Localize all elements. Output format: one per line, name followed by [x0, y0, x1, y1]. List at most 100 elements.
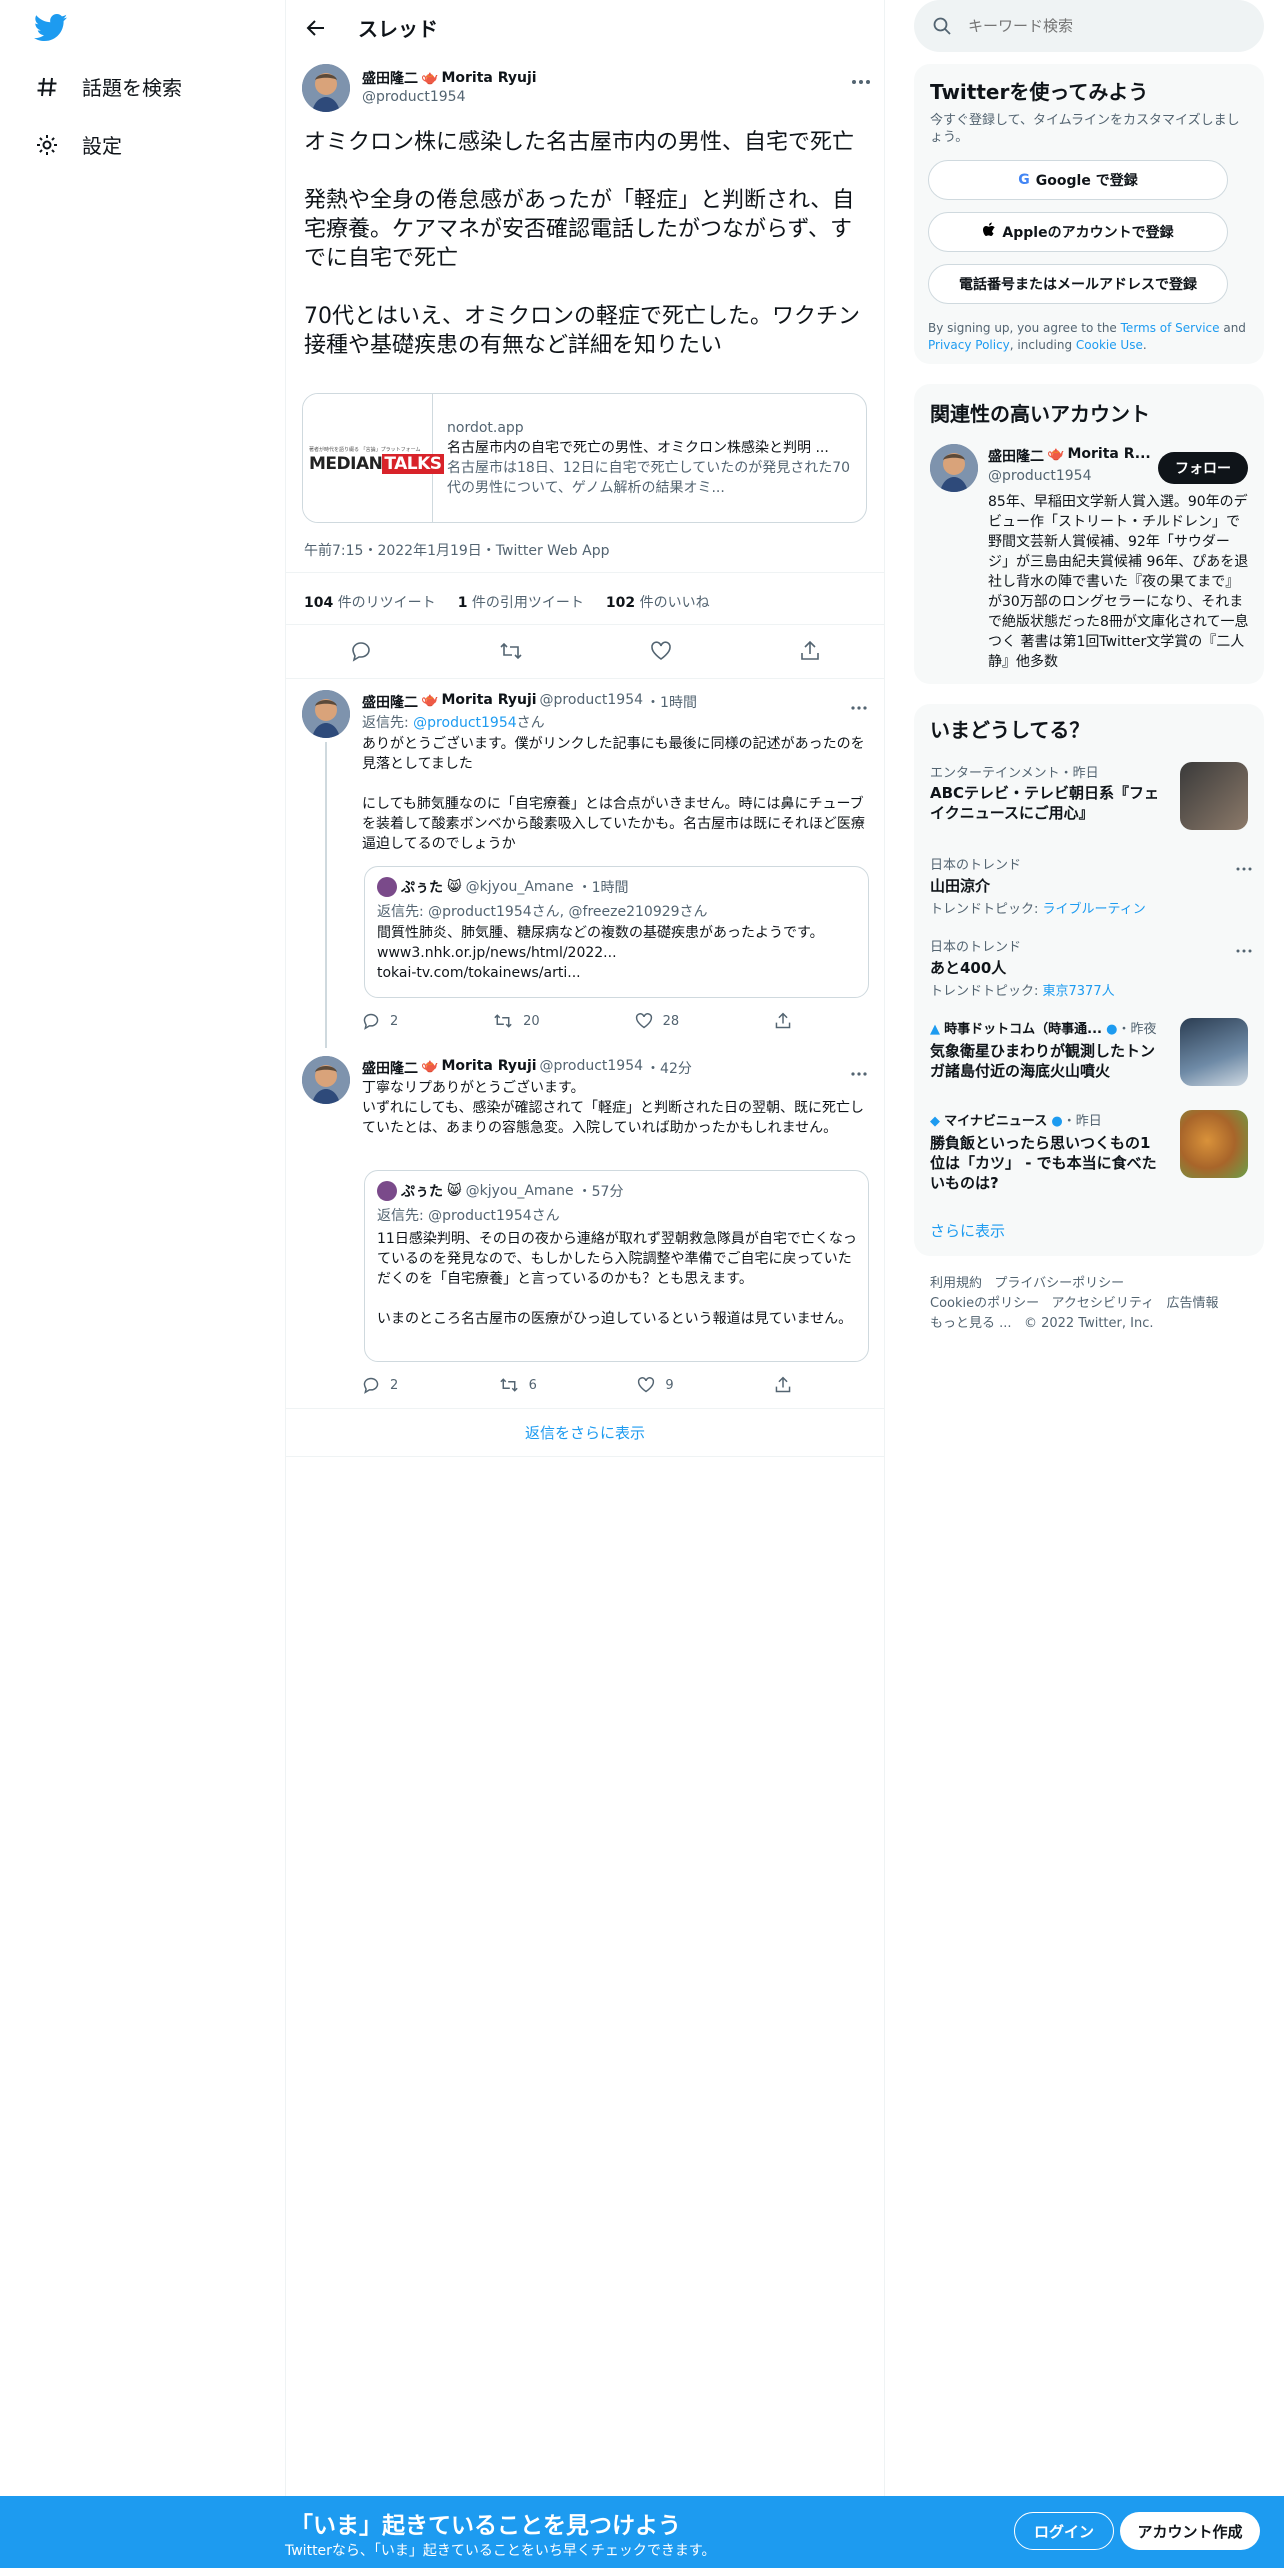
quote-text: 間質性肺炎、肺気腫、糖尿病などの複数の基礎疾患があったようです。www3.nhk…: [377, 925, 824, 981]
apple-icon: [982, 222, 996, 242]
verified-icon: ●: [1051, 1114, 1063, 1129]
footer-link[interactable]: 広告情報: [1167, 1296, 1219, 1311]
footer-link[interactable]: 利用規約: [930, 1276, 982, 1291]
cat-icon: 😸: [447, 879, 462, 895]
reply-icon[interactable]: 2: [362, 1376, 398, 1394]
terms-link[interactable]: Terms of Service: [1121, 321, 1220, 335]
page-title: スレッド: [358, 17, 438, 41]
retweet-stat[interactable]: 104 件のリツイート: [304, 592, 436, 612]
quoted-tweet[interactable]: ぷぅた 😸 @kjyou_Amane ・57分 返信先: @product1954さ…: [364, 1170, 869, 1362]
follow-button[interactable]: フォロー: [1158, 452, 1248, 484]
footer-link[interactable]: もっと見る ...: [930, 1316, 1012, 1331]
card-description: 名古屋市は18日、12日に自宅で死亡していたのが発見された70代の男性について、…: [447, 460, 851, 496]
back-arrow-icon[interactable]: [302, 14, 330, 42]
hashtag-icon: [34, 74, 60, 100]
google-icon: G: [1018, 172, 1030, 188]
retweet-icon[interactable]: [499, 640, 523, 662]
reply-author-name-en[interactable]: Morita Ryuji: [441, 1058, 536, 1078]
trend-item[interactable]: 日本のトレンド あと400人 トレンドトピック: 東京7377人: [930, 936, 1252, 999]
reply-author-name-en[interactable]: Morita Ryuji: [441, 692, 536, 712]
cookie-link[interactable]: Cookie Use: [1076, 338, 1143, 352]
quote-stat[interactable]: 1 件の引用ツイート: [458, 592, 584, 612]
reply-icon[interactable]: 2: [362, 1012, 398, 1030]
search-box[interactable]: [914, 0, 1264, 52]
retweet-icon[interactable]: 20: [493, 1012, 540, 1030]
bottom-signup-bar: 「いま」起きていることを見つけよう Twitterなら、「いま」起きていることを…: [0, 2496, 1284, 2568]
avatar[interactable]: [302, 1056, 350, 1104]
more-options-icon[interactable]: [850, 70, 872, 84]
tweet-timestamp[interactable]: 午前7:15・2022年1月19日・Twitter Web App: [304, 540, 609, 560]
like-icon[interactable]: 9: [637, 1376, 674, 1394]
author-handle[interactable]: @product1954: [362, 89, 465, 105]
reply-actions: 2 20 28: [362, 1012, 792, 1030]
tweet-author[interactable]: 盛田隆二 🫖 Morita Ryuji: [362, 68, 537, 88]
nav-settings-label: 設定: [82, 134, 122, 158]
footer-link[interactable]: Cookieのポリシー: [930, 1296, 1039, 1311]
signup-subtitle: 今すぐ登録して、タイムラインをカスタマイズしましょう。: [930, 113, 1240, 145]
footer-links: 利用規約 プライバシーポリシー Cookieのポリシー アクセシビリティ 広告情…: [930, 1274, 1260, 1334]
trend-item[interactable]: ▲ 時事ドットコム（時事通... ●・昨夜 気象衛星ひまわりが観測したトンガ諸島…: [930, 1018, 1250, 1086]
logo-caption: 著者が時代を語り綴る 「言論」プラットフォーム: [309, 447, 421, 453]
verified-icon: ●: [1106, 1022, 1118, 1037]
footer-link[interactable]: プライバシーポリシー: [994, 1276, 1124, 1291]
author-name-en: Morita Ryuji: [441, 70, 537, 86]
reply-to-link[interactable]: @product1954: [413, 715, 516, 731]
bottom-subtitle: Twitterなら、「いま」起きていることをいち早くチェックできます。: [285, 2543, 716, 2559]
retweet-icon[interactable]: 6: [499, 1376, 537, 1394]
avatar[interactable]: [930, 444, 978, 492]
like-stat[interactable]: 102 件のいいね: [606, 592, 710, 612]
trend-item[interactable]: エンターテインメント・昨日 ABCテレビ・テレビ朝日系『フェイクニュースにご用心…: [930, 762, 1250, 830]
avatar: [377, 877, 397, 897]
avatar[interactable]: [302, 64, 350, 112]
show-more-trends-link[interactable]: さらに表示: [930, 1220, 1005, 1241]
reply-author-name[interactable]: 盛田隆二: [362, 692, 418, 712]
quoted-tweet[interactable]: ぷぅた 😸 @kjyou_Amane ・1時間 返信先: @product1954さ…: [364, 866, 869, 998]
google-signup-button[interactable]: G Google で登録: [928, 160, 1228, 200]
trends-panel: いまどうしてる？ エンターテインメント・昨日 ABCテレビ・テレビ朝日系『フェイ…: [914, 704, 1264, 1256]
reply-author-name[interactable]: 盛田隆二: [362, 1058, 418, 1078]
reply-text: 丁寧なリプありがとうございます。 いずれにしても、感染が確認されて「軽症」と判断…: [362, 1080, 865, 1136]
apple-signup-button[interactable]: Appleのアカウントで登録: [928, 212, 1228, 252]
footer-link[interactable]: アクセシビリティ: [1052, 1296, 1155, 1311]
thread-column: スレッド 盛田隆二 🫖 Morita Ryuji @product1954 オミ…: [285, 0, 885, 2500]
reply-handle[interactable]: @product1954: [540, 692, 643, 712]
login-button[interactable]: ログイン: [1014, 2512, 1114, 2550]
phone-email-signup-button[interactable]: 電話番号またはメールアドレスで登録: [928, 264, 1228, 304]
avatar[interactable]: [302, 690, 350, 738]
teapot-icon: 🫖: [421, 70, 439, 86]
quote-header: ぷぅた 😸 @kjyou_Amane ・1時間: [377, 877, 629, 897]
reply-icon[interactable]: [350, 640, 372, 662]
news-source-icon: ▲: [930, 1022, 940, 1037]
signup-button[interactable]: アカウント作成: [1120, 2512, 1260, 2550]
link-card[interactable]: 著者が時代を語り綴る 「言論」プラットフォーム MEDIAN TALKS nord…: [302, 393, 867, 523]
privacy-link[interactable]: Privacy Policy: [928, 338, 1010, 352]
share-icon[interactable]: [799, 640, 821, 662]
gear-icon: [34, 132, 60, 158]
reply-time[interactable]: ・42分: [646, 1058, 692, 1078]
reply-handle[interactable]: @product1954: [540, 1058, 643, 1078]
search-input[interactable]: [968, 17, 1238, 35]
tweet-text: オミクロン株に感染した名古屋市内の男性、自宅で死亡 発熱や全身の倦怠感があったが…: [304, 130, 860, 358]
nav-explore[interactable]: 話題を検索: [34, 72, 182, 101]
more-options-icon[interactable]: [1236, 856, 1252, 875]
trend-item[interactable]: 日本のトレンド 山田涼介 トレンドトピック: ライブルーティン: [930, 854, 1252, 917]
left-sidebar: 話題を検索 設定: [0, 0, 285, 2500]
news-source-icon: ◆: [930, 1114, 940, 1129]
more-options-icon[interactable]: [850, 696, 872, 710]
like-icon[interactable]: 28: [635, 1012, 679, 1030]
nav-settings[interactable]: 設定: [34, 130, 122, 159]
card-thumbnail: 著者が時代を語り綴る 「言論」プラットフォーム MEDIAN TALKS: [303, 394, 444, 522]
reply-time[interactable]: ・1時間: [646, 692, 697, 712]
more-options-icon[interactable]: [850, 1062, 872, 1076]
median-talks-logo: MEDIAN TALKS: [309, 454, 444, 474]
show-more-replies-link[interactable]: 返信をさらに表示: [286, 1422, 884, 1443]
quote-reply-to: 返信先: @product1954さん, @freeze210929さん: [377, 904, 708, 920]
related-name[interactable]: 盛田隆二 🫖 Morita R...: [988, 446, 1151, 466]
twitter-logo-icon[interactable]: [34, 14, 68, 42]
reply-text: ありがとうございます。僕がリンクした記事にも最後に同様の記述があったのを見落とし…: [362, 736, 865, 852]
share-icon[interactable]: [774, 1012, 792, 1030]
more-options-icon[interactable]: [1236, 938, 1252, 957]
trend-item[interactable]: ◆ マイナビニュース ●・昨日 勝負飯といったら思いつくもの1位は「カツ」 - …: [930, 1110, 1250, 1193]
share-icon[interactable]: [774, 1376, 792, 1394]
like-icon[interactable]: [650, 640, 672, 662]
